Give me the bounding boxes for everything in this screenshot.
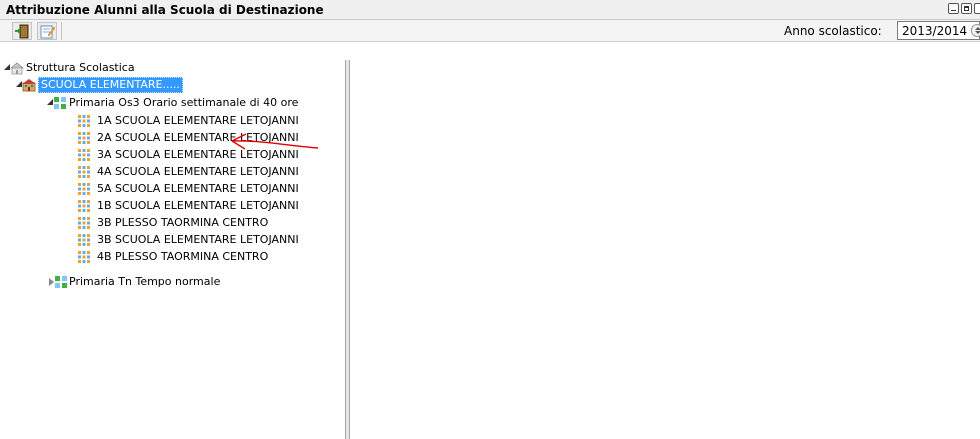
- window-controls: [948, 3, 980, 14]
- class-grid-icon: [78, 183, 90, 195]
- title-bar: Attribuzione Alunni alla Scuola di Desti…: [0, 0, 980, 20]
- toolbar: Anno scolastico: 2013/2014: [0, 20, 980, 42]
- edit-button[interactable]: [37, 22, 57, 40]
- class-grid-icon: [78, 234, 90, 246]
- class-grid-icon: [78, 200, 90, 212]
- class-grid-icon: [78, 251, 90, 263]
- tree-root-label: Struttura Scolastica: [26, 61, 135, 74]
- tree-class-label: 1B SCUOLA ELEMENTARE LETOJANNI: [97, 199, 299, 212]
- school-year-label: Anno scolastico:: [784, 24, 882, 38]
- window-title: Attribuzione Alunni alla Scuola di Desti…: [6, 3, 324, 17]
- grid-group-icon: [54, 97, 66, 109]
- tree-class-label: 4B PLESSO TAORMINA CENTRO: [97, 250, 269, 263]
- detail-panel: [350, 60, 980, 439]
- school-year-spinner[interactable]: [971, 24, 980, 37]
- class-grid-icon: [78, 166, 90, 178]
- tree-class-label: 3B SCUOLA ELEMENTARE LETOJANNI: [97, 233, 299, 246]
- tree-class-label: 3B PLESSO TAORMINA CENTRO: [97, 216, 269, 229]
- maximize-button[interactable]: [961, 3, 972, 14]
- tree-class-label: 4A SCUOLA ELEMENTARE LETOJANNI: [97, 165, 299, 178]
- tree-class-label: 5A SCUOLA ELEMENTARE LETOJANNI: [97, 182, 299, 195]
- school-building-icon: [10, 62, 24, 75]
- tree-group-label: Primaria Tn Tempo normale: [69, 275, 221, 288]
- minimize-button[interactable]: [948, 3, 959, 14]
- school-icon: [22, 79, 36, 92]
- class-grid-icon: [78, 132, 90, 144]
- annotation-arrow: [231, 133, 319, 150]
- grid-group-icon: [55, 276, 67, 288]
- tree-class-label: 1A SCUOLA ELEMENTARE LETOJANNI: [97, 114, 299, 127]
- exit-button[interactable]: [12, 22, 32, 40]
- tree-school-label: SCUOLA ELEMENTARE.....: [38, 77, 183, 93]
- toolbar-separator: [61, 22, 62, 40]
- structure-tree: Struttura Scolastica SCUOLA ELEMENTARE..…: [0, 60, 345, 439]
- tree-group-label: Primaria Os3 Orario settimanale di 40 or…: [69, 96, 299, 109]
- exit-door-icon: [15, 24, 29, 39]
- school-year-field[interactable]: 2013/2014: [897, 21, 980, 40]
- school-year-value: 2013/2014: [902, 24, 968, 38]
- class-grid-icon: [78, 149, 90, 161]
- edit-note-icon: [40, 25, 56, 39]
- close-button[interactable]: [974, 3, 980, 14]
- class-grid-icon: [78, 115, 90, 127]
- class-grid-icon: [78, 217, 90, 229]
